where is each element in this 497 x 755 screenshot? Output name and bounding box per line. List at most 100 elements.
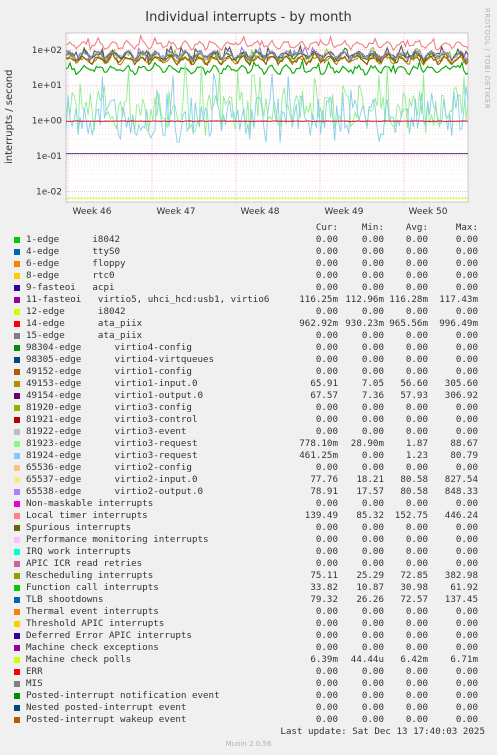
legend-max-value: 0.00 [455,270,478,281]
legend-max-value: 0.00 [455,498,478,509]
legend-label: 14-edge ata_piix [26,318,143,329]
legend-label: 12-edge i8042 [26,306,126,317]
legend-max-value: 382.98 [444,570,478,581]
last-update: Last update: Sat Dec 13 17:40:03 2025 [280,726,485,737]
legend-row: Local timer interrupts 139.49 85.32 152.75 4… [12,510,492,522]
legend-label: 6-edge floppy [26,258,126,269]
legend-max-value: 0.00 [455,630,478,641]
chart-area: 1e-02 1e-01 1e+00 1e+01 1e+02 Week 46 Week 47 W… [32,32,469,217]
legend-max-value: 0.00 [455,714,478,725]
legend-swatch [14,285,20,291]
legend-label: 81922-edge virtio3-event [26,426,187,437]
legend-label: Machine check polls [26,654,132,665]
legend-max-value: 0.00 [455,546,478,557]
x-tick-label: Week 50 [409,207,448,217]
legend-swatch [14,717,20,723]
legend-max-value: 117.43m [439,294,478,305]
legend-swatch [14,417,20,423]
legend-swatch [14,585,20,591]
legend-row: Threshold APIC interrupts 0.00 0.00 0.00 0.0… [12,618,492,630]
header-max: Max: [455,222,478,233]
legend-row: 81920-edge virtio3-config 0.00 0.00 0.00 0.0… [12,402,492,414]
y-tick-label: 1e+00 [32,117,63,127]
legend-row: 98304-edge virtio4-config 0.00 0.00 0.00 0.0… [12,342,492,354]
legend-max-value: 0.00 [455,342,478,353]
legend-row: 81921-edge virtio3-control 0.00 0.00 0.00 0.… [12,414,492,426]
legend-swatch [14,693,20,699]
legend-label: 98305-edge virtio4-virtqueues [26,354,215,365]
legend-swatch [14,369,20,375]
series-line [66,120,469,122]
legend-swatch [14,633,20,639]
legend-label: 1-edge i8042 [26,234,121,245]
legend-label: 15-edge ata_piix [26,330,143,341]
legend-row: 6-edge floppy 0.00 0.00 0.00 0.00 [12,258,492,270]
legend-row: Machine check exceptions 0.00 0.00 0.00 0.00 [12,642,492,654]
legend-max-value: 0.00 [455,354,478,365]
legend-label: Machine check exceptions [26,642,159,653]
legend-max-value: 0.00 [455,462,478,473]
legend-label: 81924-edge virtio3-request [26,450,198,461]
x-tick-label: Week 49 [325,207,364,217]
x-tick-label: Week 47 [157,207,196,217]
legend-label: Local timer interrupts [26,510,148,521]
legend-label: 11-fasteoi virtio5, uhci_hcd:usb1, virti… [26,294,270,305]
legend-row: 65538-edge virtio2-output.0 78.91 17.57 80.… [12,486,492,498]
y-tick-label: 1e+02 [32,46,62,56]
legend-max-value: 0.00 [455,366,478,377]
legend-row: MIS 0.00 0.00 0.00 0.00 [12,678,492,690]
legend-row: 65537-edge virtio2-input.0 77.76 18.21 80.5… [12,474,492,486]
legend-label: 65536-edge virtio2-config [26,462,192,473]
legend-row: 81924-edge virtio3-request 461.25m 0.00 1.2… [12,450,492,462]
legend-swatch [14,477,20,483]
legend-label: 81923-edge virtio3-request [26,438,198,449]
legend-header: Cur: Min: Avg: Max: [12,222,492,234]
legend-row: 14-edge ata_piix 962.92m 930.23m 965.56m 996… [12,318,492,330]
legend-max-value: 827.54 [444,474,478,485]
legend-row: Performance monitoring interrupts 0.00 0.0… [12,534,492,546]
legend-row: 11-fasteoi virtio5, uhci_hcd:usb1, virti… [12,294,492,306]
legend-label: 49153-edge virtio1-input.0 [26,378,198,389]
x-tick-label: Week 48 [241,207,280,217]
legend-max-value: 80.79 [450,450,478,461]
legend-row: Function call interrupts 33.82 10.87 30.98 6… [12,582,492,594]
legend-row: 4-edge ttyS0 0.00 0.00 0.00 0.00 [12,246,492,258]
legend-max-value: 0.00 [455,606,478,617]
legend-swatch [14,513,20,519]
legend-swatch [14,333,20,339]
legend-row: Posted-interrupt wakeup event 0.00 0.00 0.0… [12,714,492,726]
legend-swatch [14,273,20,279]
legend-label: 49152-edge virtio1-config [26,366,192,377]
legend-swatch [14,237,20,243]
legend-label: Threshold APIC interrupts [26,618,165,629]
x-tick-label: Week 46 [73,207,112,217]
legend-label: 81920-edge virtio3-config [26,402,192,413]
legend-label: Nested posted-interrupt event [26,702,187,713]
legend-swatch [14,429,20,435]
legend-max-value: 0.00 [455,234,478,245]
legend-swatch [14,453,20,459]
legend-label: Deferred Error APIC interrupts [26,630,192,641]
legend-swatch [14,657,20,663]
legend-label: 65538-edge virtio2-output.0 [26,486,204,497]
legend-row: 81923-edge virtio3-request 778.10m 28.90m 1… [12,438,492,450]
legend-max-value: 0.00 [455,414,478,425]
legend-max-value: 0.00 [455,678,478,689]
legend-label: APIC ICR read retries [26,558,143,569]
legend-row: 8-edge rtc0 0.00 0.00 0.00 0.00 [12,270,492,282]
legend-label: TLB shootdowns [26,594,104,605]
legend-max-value: 0.00 [455,282,478,293]
legend-swatch [14,525,20,531]
legend-swatch [14,549,20,555]
legend-swatch [14,297,20,303]
legend-swatch [14,357,20,363]
legend-row: Deferred Error APIC interrupts 0.00 0.00 0.… [12,630,492,642]
legend-swatch [14,321,20,327]
legend-label: IRQ work interrupts [26,546,132,557]
legend-row: Thermal event interrupts 0.00 0.00 0.00 0.00 [12,606,492,618]
legend-label: Non-maskable interrupts [26,498,154,509]
legend-label: MIS [26,678,43,689]
legend-swatch [14,405,20,411]
legend-swatch [14,537,20,543]
legend-max-value: 0.00 [455,558,478,569]
